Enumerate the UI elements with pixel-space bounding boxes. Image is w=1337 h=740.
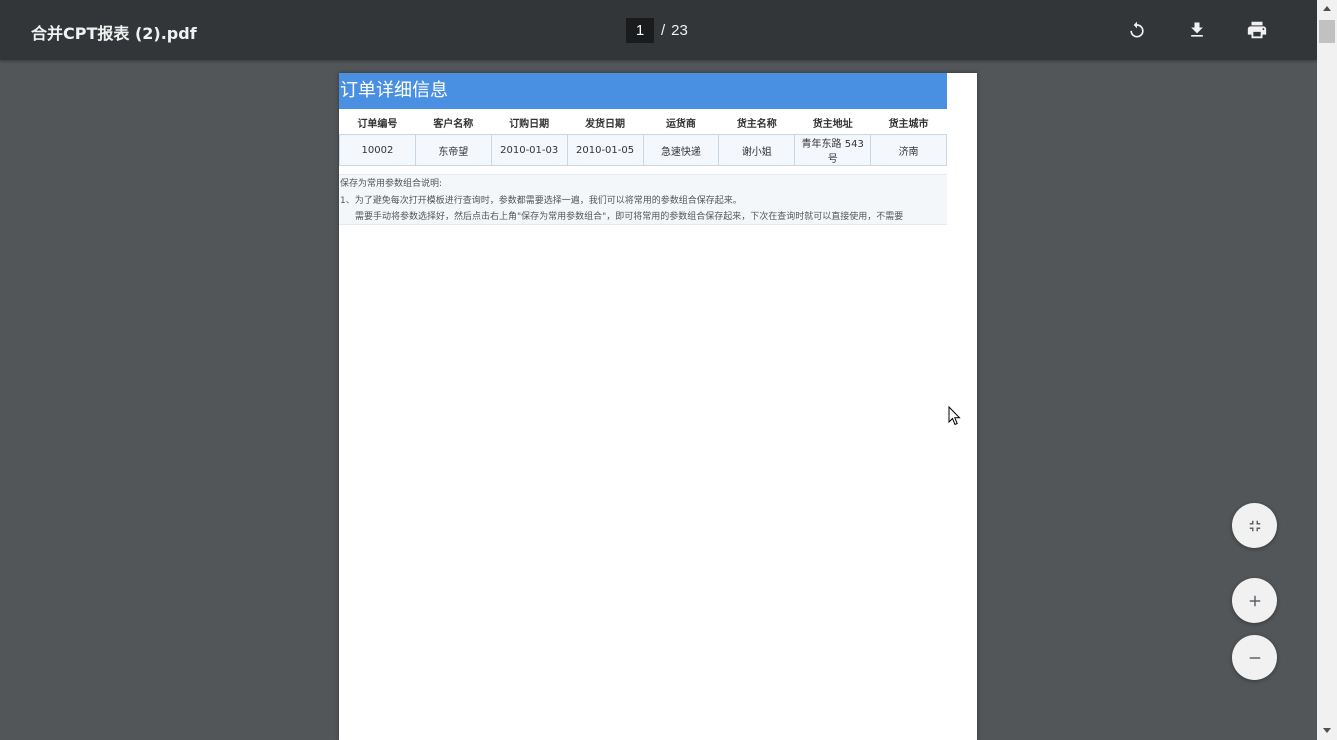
rotate-button[interactable] <box>1122 15 1152 45</box>
table-cell: 东帝望 <box>414 134 492 166</box>
pdf-toolbar: 合并CPT报表 (2).pdf / 23 <box>0 0 1317 60</box>
vertical-scrollbar[interactable] <box>1317 0 1337 740</box>
scroll-up-arrow[interactable] <box>1317 0 1337 16</box>
fit-to-page-button[interactable] <box>1232 503 1277 548</box>
report-title: 订单详细信息 <box>339 73 947 109</box>
table-cell: 10002 <box>339 134 416 166</box>
table-cell: 谢小姐 <box>718 134 796 166</box>
column-header: 货主名称 <box>736 118 777 130</box>
fit-to-page-icon <box>1249 520 1260 531</box>
column-header: 货主城市 <box>888 118 929 130</box>
zoom-in-button[interactable] <box>1232 578 1277 623</box>
plus-icon <box>1249 595 1260 606</box>
column-header: 订购日期 <box>509 118 550 130</box>
table-cell: 青年东路 543 号 <box>794 134 872 166</box>
column-header: 运货商 <box>665 118 696 130</box>
notes-line-1: 1、为了避免每次打开模板进行查询时，参数都需要选择一遍，我们可以将常用的参数组合… <box>340 196 742 206</box>
notes-heading: 保存为常用参数组合说明: <box>340 179 443 189</box>
column-header: 发货日期 <box>585 118 626 130</box>
table-cell: 济南 <box>870 134 947 166</box>
rotate-icon <box>1130 21 1144 38</box>
download-icon <box>1191 22 1203 37</box>
order-table: 订单编号 客户名称 订购日期 发货日期 运货商 货主名称 货主地址 货主城市 1… <box>339 110 947 166</box>
page-total: 23 <box>671 22 688 39</box>
scrollbar-thumb[interactable] <box>1319 20 1335 43</box>
page-number-input[interactable] <box>626 18 654 43</box>
table-cell: 2010-01-03 <box>490 134 568 166</box>
table-cell: 急速快递 <box>642 134 720 166</box>
print-icon <box>1247 21 1267 39</box>
page-separator: / <box>661 22 666 39</box>
scroll-down-arrow[interactable] <box>1317 722 1337 738</box>
zoom-out-button[interactable] <box>1232 635 1277 680</box>
document-title: 合并CPT报表 (2).pdf <box>31 24 197 43</box>
page-selector: / 23 <box>626 18 688 43</box>
column-header: 订单编号 <box>357 118 398 130</box>
table-header-row: 订单编号 客户名称 订购日期 发货日期 运货商 货主名称 货主地址 货主城市 <box>340 110 947 135</box>
notes-line-2: 需要手动将参数选择好，然后点击右上角"保存为常用参数组合"，即可将常用的参数组合… <box>355 212 904 222</box>
column-header: 货主地址 <box>812 118 853 130</box>
notes-box: 保存为常用参数组合说明: 1、为了避免每次打开模板进行查询时，参数都需要选择一遍… <box>339 174 947 225</box>
download-button[interactable] <box>1182 15 1212 45</box>
print-button[interactable] <box>1242 15 1272 45</box>
table-row: 10002 东帝望 2010-01-03 2010-01-05 急速快递 谢小姐… <box>339 134 947 166</box>
table-cell: 2010-01-05 <box>566 134 644 166</box>
pdf-page: 订单详细信息 订单编号 客户名称 订购日期 发货日期 运货商 货主名称 货主地址… <box>339 73 977 740</box>
minus-icon <box>1249 656 1260 659</box>
column-header: 客户名称 <box>433 118 474 130</box>
